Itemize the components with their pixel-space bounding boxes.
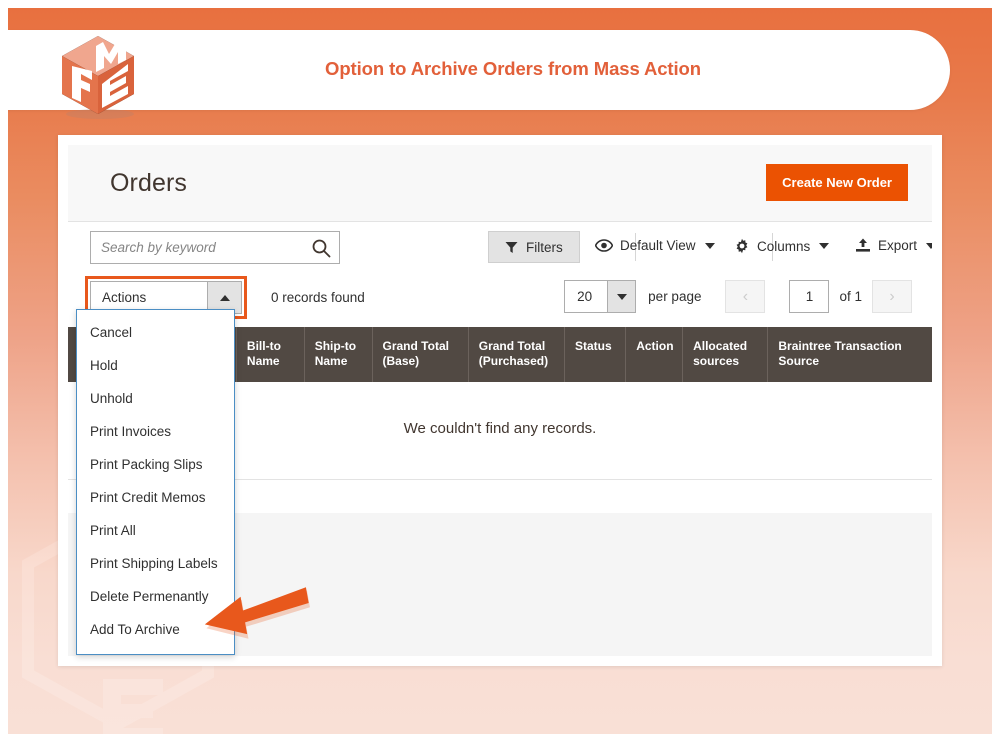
menu-item-add-to-archive[interactable]: Add To Archive bbox=[77, 613, 234, 646]
menu-item-cancel[interactable]: Cancel bbox=[77, 316, 234, 349]
col-braintree-transaction-source[interactable]: Braintree Transaction Source bbox=[767, 327, 932, 382]
col-action[interactable]: Action bbox=[625, 327, 684, 382]
columns-dropdown[interactable]: Columns bbox=[734, 238, 830, 254]
records-found-label: 0 records found bbox=[271, 290, 365, 305]
gradient-background: Option to Archive Orders from Mass Actio… bbox=[8, 8, 992, 734]
per-page-toggle[interactable] bbox=[607, 281, 636, 312]
col-grand-total-purchased[interactable]: Grand Total (Purchased) bbox=[468, 327, 565, 382]
col-ship-to-name[interactable]: Ship-to Name bbox=[304, 327, 373, 382]
pagination-controls: 20 per page ‹ of 1 › bbox=[564, 280, 912, 313]
chevron-down-icon bbox=[819, 243, 830, 249]
page-header-title: Option to Archive Orders from Mass Actio… bbox=[325, 58, 701, 79]
next-page-button[interactable]: › bbox=[872, 280, 912, 313]
mass-actions-dropdown-menu: Cancel Hold Unhold Print Invoices Print … bbox=[76, 309, 235, 655]
menu-item-unhold[interactable]: Unhold bbox=[77, 382, 234, 415]
grid-toolbar: Filters Default View bbox=[68, 222, 932, 275]
page-title: Orders bbox=[110, 169, 188, 197]
menu-item-print-invoices[interactable]: Print Invoices bbox=[77, 415, 234, 448]
menu-item-print-packing-slips[interactable]: Print Packing Slips bbox=[77, 448, 234, 481]
total-pages-label: of 1 bbox=[839, 289, 862, 304]
export-upload-icon bbox=[856, 238, 870, 252]
col-bill-to-name[interactable]: Bill-to Name bbox=[236, 327, 305, 382]
default-view-dropdown[interactable]: Default View bbox=[595, 238, 715, 253]
filters-button[interactable]: Filters bbox=[488, 231, 580, 263]
mass-actions-label: Actions bbox=[102, 290, 147, 305]
screenshot-frame: Option to Archive Orders from Mass Actio… bbox=[0, 0, 1000, 742]
menu-item-hold[interactable]: Hold bbox=[77, 349, 234, 382]
create-new-order-button[interactable]: Create New Order bbox=[766, 164, 908, 201]
eye-icon bbox=[595, 239, 613, 252]
search-icon[interactable] bbox=[311, 238, 331, 258]
col-status[interactable]: Status bbox=[564, 327, 627, 382]
fme-logo-icon bbox=[62, 36, 134, 119]
chevron-up-icon bbox=[219, 294, 230, 301]
export-label: Export bbox=[878, 238, 918, 253]
chevron-down-icon bbox=[926, 242, 932, 249]
menu-item-print-shipping-labels[interactable]: Print Shipping Labels bbox=[77, 547, 234, 580]
filter-icon bbox=[505, 241, 518, 253]
per-page-select[interactable]: 20 bbox=[564, 280, 637, 313]
export-dropdown[interactable]: Export bbox=[855, 238, 932, 253]
per-page-value: 20 bbox=[577, 289, 593, 304]
col-grand-total-base[interactable]: Grand Total (Base) bbox=[372, 327, 469, 382]
filters-label: Filters bbox=[526, 239, 563, 255]
page-head: Orders Create New Order bbox=[68, 145, 932, 222]
search-input[interactable] bbox=[91, 232, 301, 263]
menu-item-delete-permanently[interactable]: Delete Permenantly bbox=[77, 580, 234, 613]
gear-icon bbox=[736, 238, 748, 254]
page-number-input[interactable] bbox=[789, 280, 830, 313]
col-allocated-sources[interactable]: Allocated sources bbox=[682, 327, 769, 382]
previous-page-button[interactable]: ‹ bbox=[725, 280, 766, 313]
chevron-down-icon bbox=[616, 293, 627, 300]
menu-item-print-credit-memos[interactable]: Print Credit Memos bbox=[77, 481, 234, 514]
default-view-label: Default View bbox=[620, 238, 696, 253]
per-page-label: per page bbox=[648, 289, 702, 304]
columns-label: Columns bbox=[757, 238, 811, 254]
menu-item-print-all[interactable]: Print All bbox=[77, 514, 234, 547]
chevron-down-icon bbox=[704, 242, 715, 249]
search-box[interactable] bbox=[90, 231, 340, 264]
